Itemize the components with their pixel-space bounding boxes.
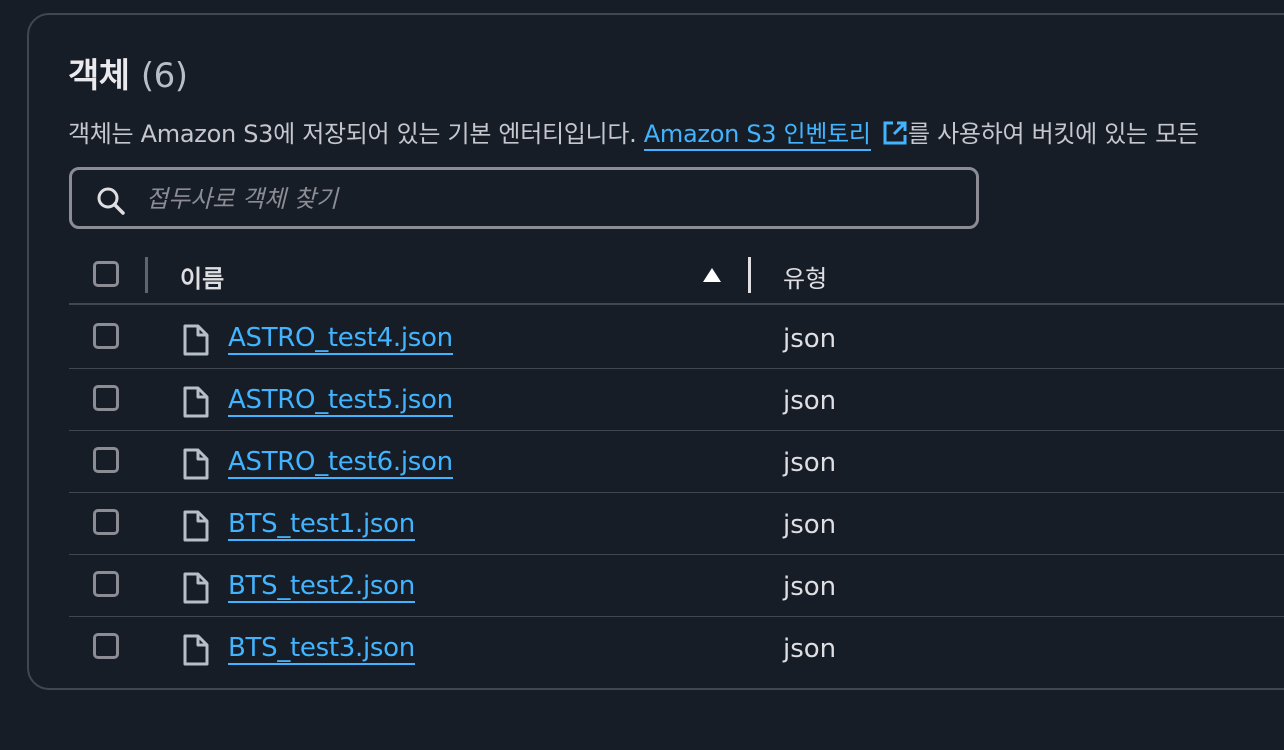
description-text: 객체는 Amazon S3에 저장되어 있는 기본 엔터티입니다. (68, 120, 637, 148)
file-icon (183, 386, 209, 422)
object-name-link[interactable]: BTS_test1.json (228, 509, 415, 541)
file-icon (183, 634, 209, 670)
column-resize-handle[interactable] (748, 257, 751, 293)
file-icon (183, 510, 209, 546)
external-link-icon[interactable] (882, 120, 908, 152)
file-icon (183, 324, 209, 360)
page-title: 객체 (6) (68, 48, 188, 97)
column-divider (145, 257, 148, 293)
object-name-link[interactable]: ASTRO_test4.json (228, 323, 453, 355)
row-checkbox[interactable] (93, 633, 119, 659)
object-type: json (783, 324, 837, 354)
table-header: 이름 유형 (69, 245, 1284, 305)
inventory-link-label: Amazon S3 인벤토리 (643, 120, 871, 148)
description-text-after: 를 사용하여 버킷에 있는 모든 (908, 120, 1199, 148)
column-header-type[interactable]: 유형 (783, 259, 827, 294)
row-checkbox[interactable] (93, 571, 119, 597)
object-type: json (783, 634, 837, 664)
object-type: json (783, 386, 837, 416)
table-row: BTS_test2.json json (69, 555, 1284, 617)
row-checkbox[interactable] (93, 447, 119, 473)
object-type: json (783, 448, 837, 478)
search-icon (96, 186, 126, 220)
object-name-link[interactable]: BTS_test3.json (228, 633, 415, 665)
object-type: json (783, 510, 837, 540)
table-row: BTS_test1.json json (69, 493, 1284, 555)
column-header-name[interactable]: 이름 (180, 259, 224, 294)
table-row: ASTRO_test4.json json (69, 307, 1284, 369)
select-all-checkbox[interactable] (93, 261, 119, 287)
table-row: ASTRO_test5.json json (69, 369, 1284, 431)
file-icon (183, 448, 209, 484)
table-row: BTS_test3.json json (69, 617, 1284, 679)
row-checkbox[interactable] (93, 509, 119, 535)
table-row: ASTRO_test6.json json (69, 431, 1284, 493)
row-checkbox[interactable] (93, 385, 119, 411)
inventory-link[interactable]: Amazon S3 인벤토리 (643, 120, 871, 151)
object-name-link[interactable]: BTS_test2.json (228, 571, 415, 603)
search-input[interactable] (144, 176, 948, 222)
object-count: (6) (140, 56, 188, 96)
row-checkbox[interactable] (93, 323, 119, 349)
title-text: 객체 (68, 56, 130, 96)
object-name-link[interactable]: ASTRO_test5.json (228, 385, 453, 417)
file-icon (183, 572, 209, 608)
sort-ascending-icon[interactable] (702, 267, 722, 287)
search-box[interactable] (69, 167, 979, 229)
object-type: json (783, 572, 837, 602)
object-name-link[interactable]: ASTRO_test6.json (228, 447, 453, 479)
description: 객체는 Amazon S3에 저장되어 있는 기본 엔터티입니다. Amazon… (68, 114, 1199, 152)
